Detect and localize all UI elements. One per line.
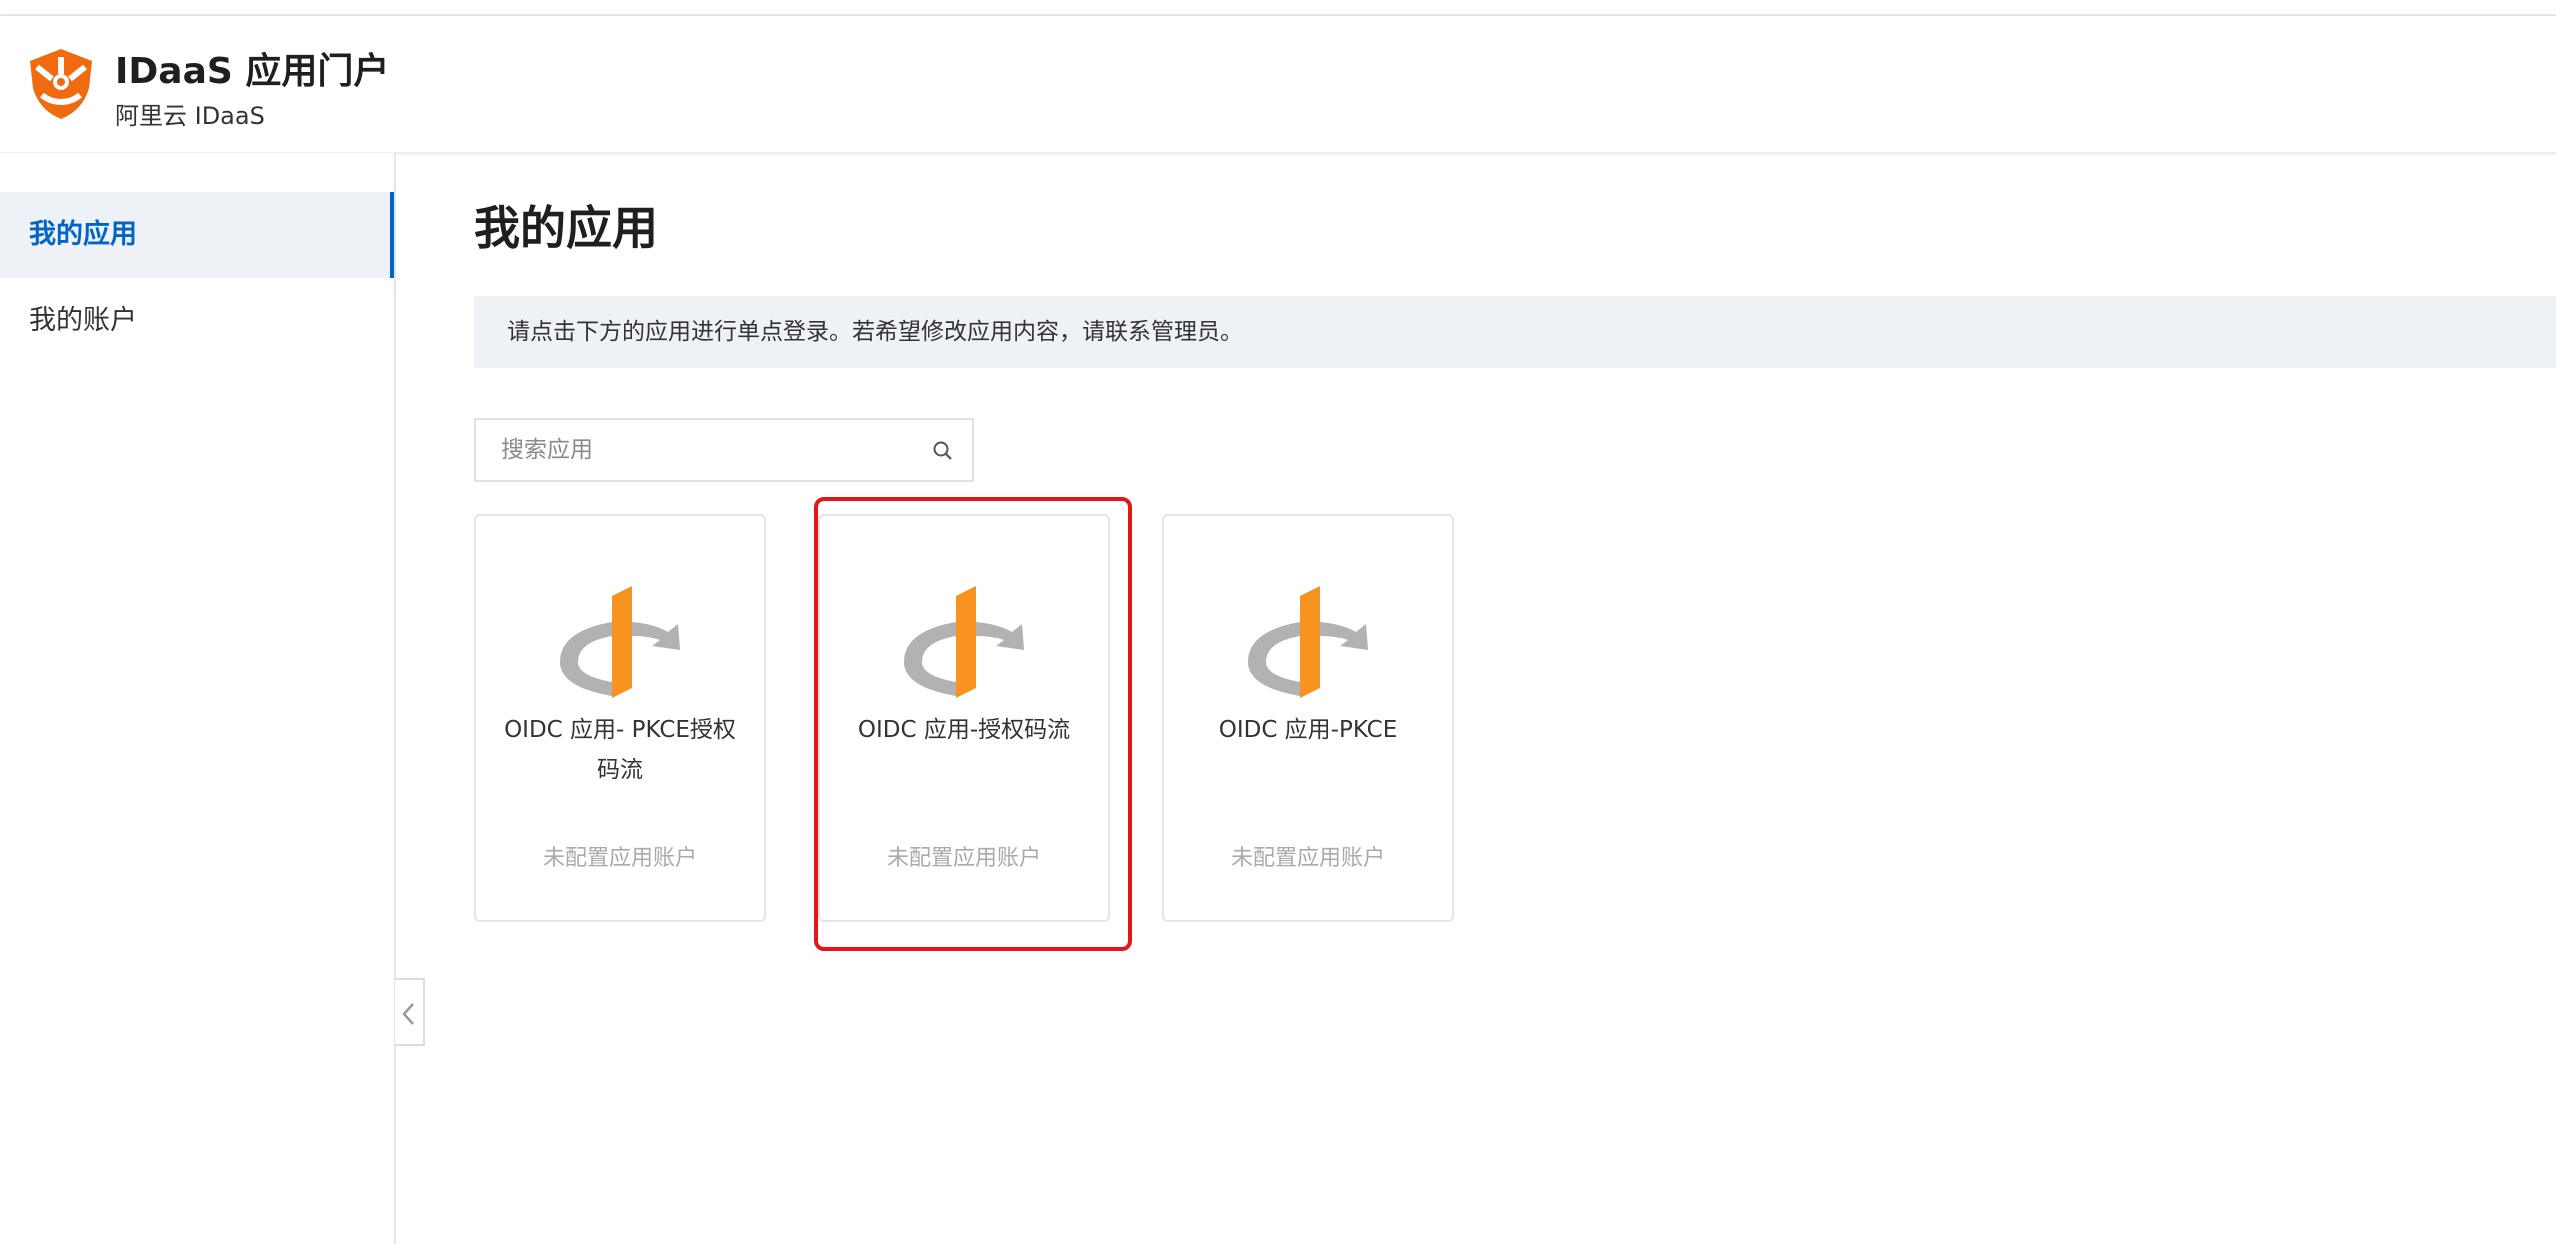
sidebar-collapse-button[interactable] xyxy=(395,978,425,1046)
notice-banner: 请点击下方的应用进行单点登录。若希望修改应用内容，请联系管理员。 xyxy=(474,296,2556,368)
app-status: 未配置应用账户 xyxy=(542,846,697,871)
search-input[interactable] xyxy=(476,420,916,480)
openid-icon xyxy=(904,586,1024,698)
chevron-left-icon xyxy=(402,1003,414,1025)
search-icon[interactable] xyxy=(932,440,954,462)
page-title: 我的应用 xyxy=(474,201,658,255)
app-header: IDaaS 应用门户 阿里云 IDaaS xyxy=(0,16,2556,154)
app-status: 未配置应用账户 xyxy=(886,846,1041,871)
search-box xyxy=(474,418,974,482)
app-title: IDaaS 应用门户 xyxy=(115,51,390,92)
notice-text: 请点击下方的应用进行单点登录。若希望修改应用内容，请联系管理员。 xyxy=(507,319,1243,345)
app-subtitle: 阿里云 IDaaS xyxy=(115,102,265,130)
sidebar-item-my-account[interactable]: 我的账户 xyxy=(0,278,394,364)
idaas-shield-logo xyxy=(30,49,92,119)
sidebar: 我的应用 我的账户 xyxy=(0,153,396,1244)
app-name: OIDC 应用- PKCE授权码流 xyxy=(504,717,736,783)
app-name: OIDC 应用-授权码流 xyxy=(857,717,1071,743)
app-card[interactable]: OIDC 应用- PKCE授权码流 未配置应用账户 xyxy=(474,514,766,922)
app-card[interactable]: OIDC 应用-授权码流 未配置应用账户 xyxy=(818,514,1110,922)
app-status: 未配置应用账户 xyxy=(1230,846,1385,871)
openid-icon xyxy=(1248,586,1368,698)
window-top-bar xyxy=(0,0,2556,16)
app-card[interactable]: OIDC 应用-PKCE 未配置应用账户 xyxy=(1162,514,1454,922)
openid-icon xyxy=(560,586,680,698)
app-name: OIDC 应用-PKCE xyxy=(1218,717,1398,743)
sidebar-item-my-apps[interactable]: 我的应用 xyxy=(0,192,394,278)
